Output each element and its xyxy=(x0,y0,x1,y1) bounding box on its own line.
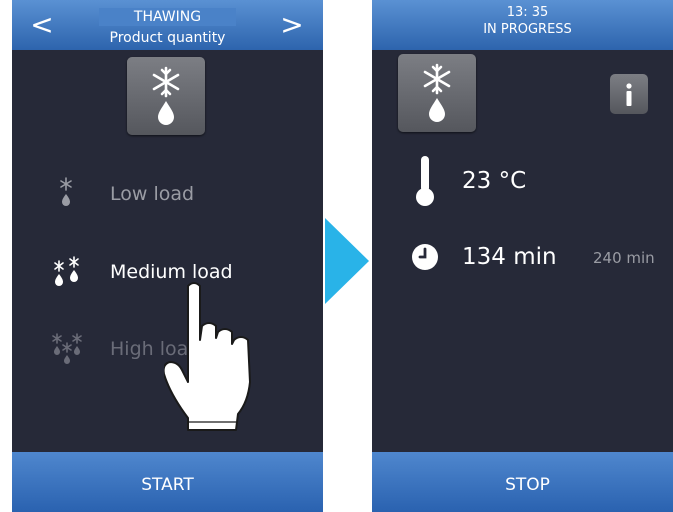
thaw-snowflake-drop-icon xyxy=(152,66,180,125)
total-time-value: 240 min xyxy=(593,249,655,267)
single-snowflake-drop-icon xyxy=(60,177,72,206)
hand-pointer-icon xyxy=(164,282,251,431)
thermometer-icon xyxy=(416,156,434,206)
chevron-right-icon[interactable]: > xyxy=(280,10,304,40)
status-text: IN PROGRESS xyxy=(483,22,572,37)
step-subtitle: Product quantity xyxy=(109,30,226,46)
thaw-mode-tile xyxy=(127,57,205,135)
info-button[interactable] xyxy=(610,74,648,114)
chevron-left-icon[interactable]: < xyxy=(30,10,54,40)
double-snowflake-drop-icon xyxy=(54,256,79,286)
header-status: 13: 35 IN PROGRESS xyxy=(372,4,673,38)
header-bar: 13: 35 IN PROGRESS xyxy=(372,0,673,50)
load-option-low[interactable]: Low load xyxy=(12,170,323,220)
thawing-setup-screen: < THAWING Product quantity > Low load Me… xyxy=(12,0,323,512)
thawing-progress-screen: 13: 35 IN PROGRESS 23 °C 134 min 240 min… xyxy=(372,0,673,512)
start-button[interactable]: START xyxy=(12,452,323,512)
info-icon xyxy=(626,83,632,106)
elapsed-time-value: 134 min xyxy=(462,244,557,270)
clock-icon xyxy=(412,244,438,270)
load-option-label: Low load xyxy=(110,183,195,205)
time-readout: 134 min 240 min xyxy=(372,228,673,288)
stop-button[interactable]: STOP xyxy=(372,452,673,512)
header-title: THAWING Product quantity xyxy=(99,0,236,50)
thaw-mode-tile xyxy=(398,54,476,132)
clock-time: 13: 35 xyxy=(506,5,549,20)
header-bar: < THAWING Product quantity > xyxy=(12,0,323,50)
temperature-readout: 23 °C xyxy=(372,148,673,208)
triple-snowflake-drop-icon xyxy=(52,333,82,364)
program-title: THAWING xyxy=(99,8,236,26)
temperature-value: 23 °C xyxy=(462,168,527,194)
thaw-snowflake-drop-icon xyxy=(423,63,451,122)
next-step-arrow-icon xyxy=(325,218,369,304)
